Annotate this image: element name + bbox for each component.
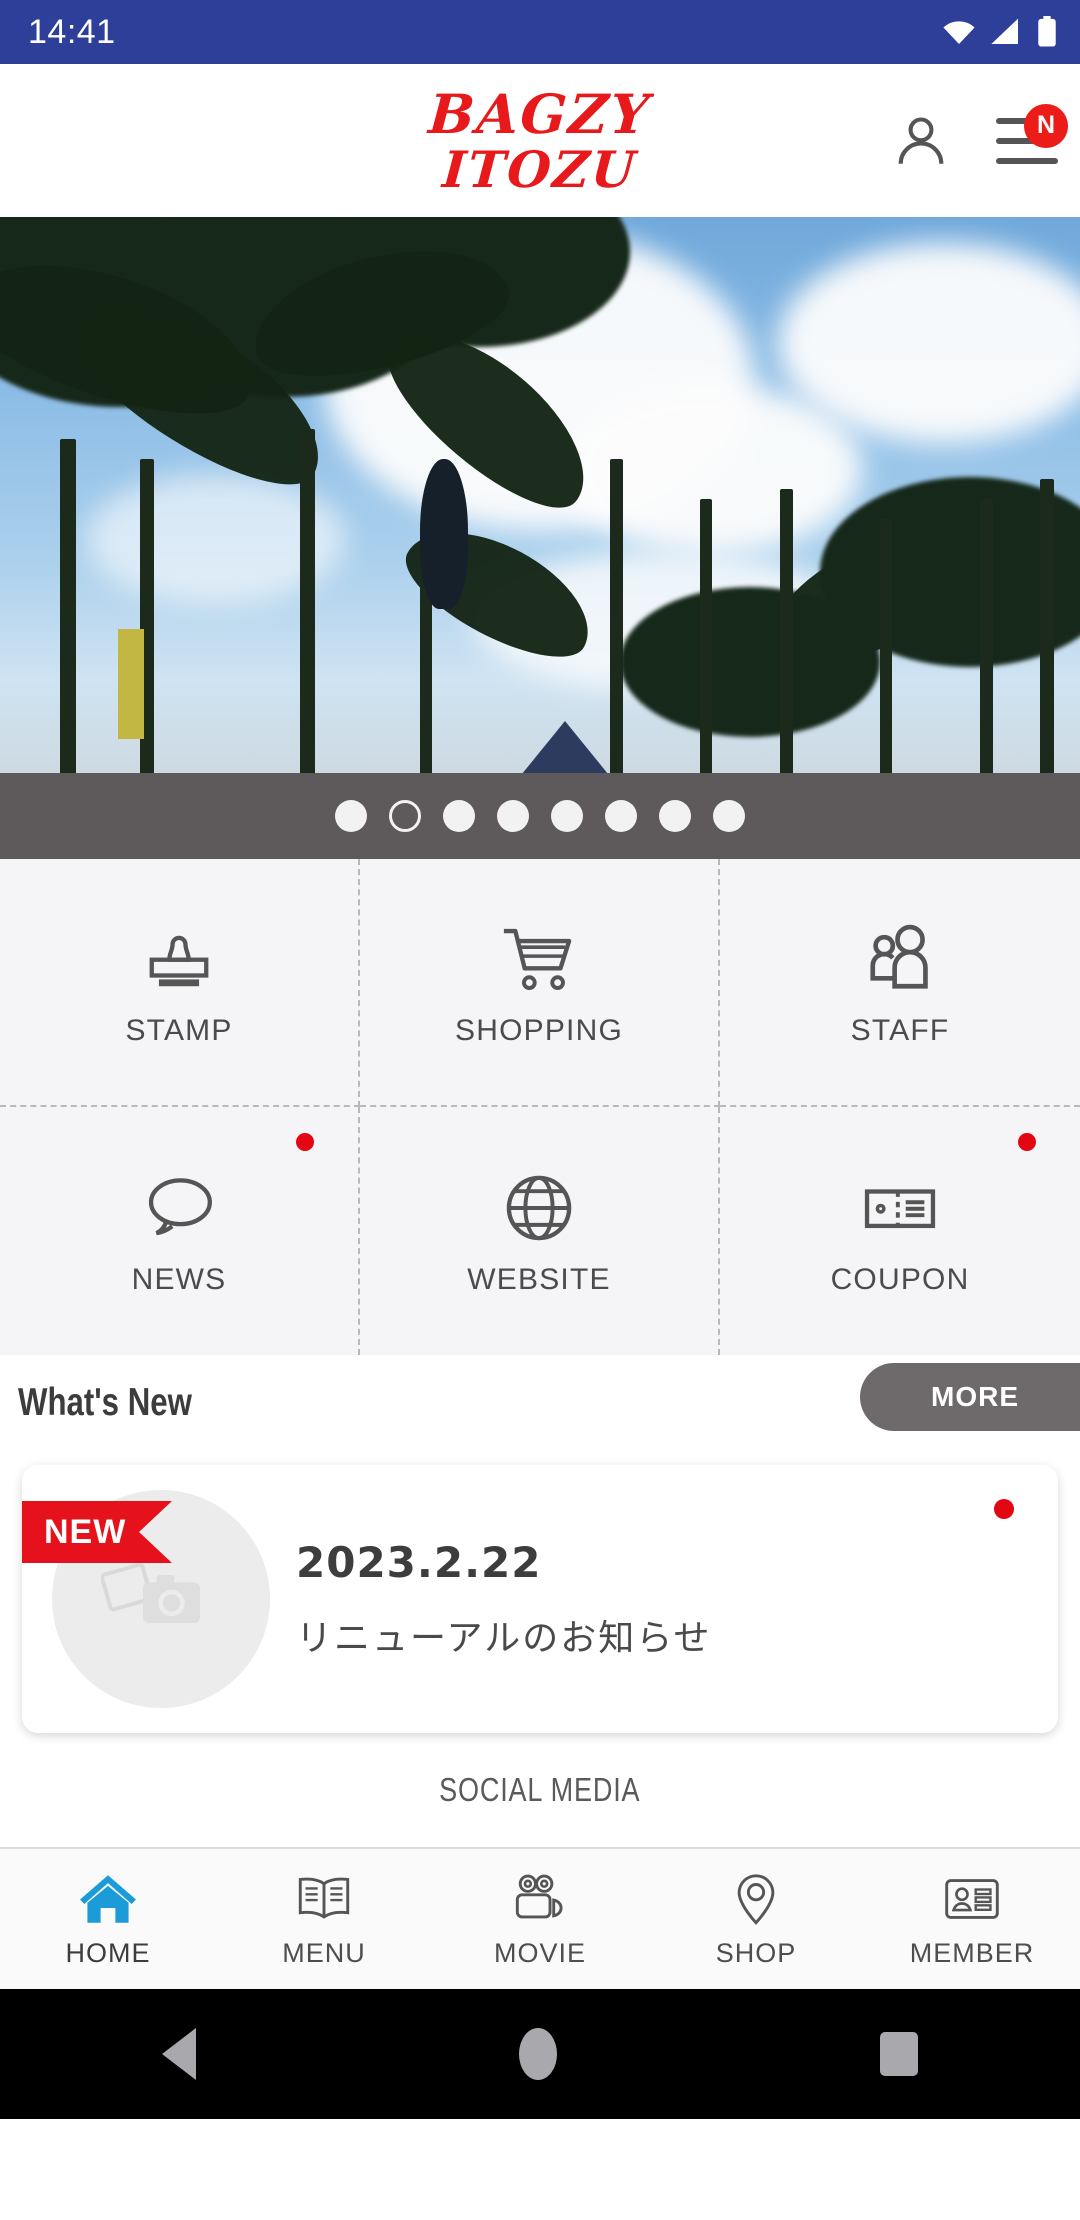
nav-item-label: MENU [282, 1937, 366, 1968]
carousel-dot[interactable] [605, 800, 637, 832]
carousel-dot[interactable] [443, 800, 475, 832]
whats-new-header: What's New MORE [0, 1355, 1080, 1451]
nav-item-label: SHOP [715, 1937, 797, 1968]
home-icon [80, 1874, 136, 1923]
home-circle-icon[interactable] [518, 2028, 557, 2080]
nav-item-member[interactable]: MEMBER [864, 1849, 1080, 1989]
app-header: BAGZY ITOZU N [0, 64, 1080, 217]
news-list-item[interactable]: NEW 2023.2.22 リニューアルのお知らせ [22, 1465, 1058, 1733]
logo-secondary-text: ITOZU [440, 139, 640, 199]
ticket-icon [864, 1189, 936, 1229]
app-logo[interactable]: BAGZY ITOZU [426, 81, 654, 199]
nav-item-label: MEMBER [909, 1937, 1035, 1968]
people-icon [870, 924, 928, 989]
grid-item-label: SHOPPING [455, 1014, 623, 1047]
stamp-icon [149, 935, 209, 987]
globe-icon [506, 1175, 572, 1241]
nav-item-menu[interactable]: MENU [216, 1849, 432, 1989]
signal-icon [991, 18, 1018, 44]
app-screen: 14:41 BAGZY ITOZU N STAMP SHOPPING STAFF… [0, 0, 1080, 2220]
wifi-icon [943, 21, 975, 45]
news-item-text: 2023.2.22 リニューアルのお知らせ [296, 1538, 711, 1661]
carousel-dot[interactable] [551, 800, 583, 832]
shopping-cart-icon [503, 928, 572, 990]
battery-icon [1038, 16, 1056, 47]
grid-item-coupon[interactable]: COUPON [720, 1107, 1080, 1355]
nav-item-movie[interactable]: MOVIE [432, 1849, 648, 1989]
recents-square-icon[interactable] [880, 2032, 919, 2076]
id-card-icon [945, 1878, 999, 1919]
nav-item-label: HOME [65, 1937, 151, 1968]
news-item-date: 2023.2.22 [296, 1537, 542, 1587]
carousel-dot-active[interactable] [389, 800, 421, 832]
back-triangle-icon[interactable] [161, 2028, 196, 2080]
menu-button[interactable]: N [996, 103, 1068, 164]
whats-new-more-button[interactable]: MORE [860, 1363, 1080, 1431]
grid-item-label: STAFF [850, 1014, 950, 1047]
carousel-dot[interactable] [659, 800, 691, 832]
news-item-unread-badge [994, 1499, 1014, 1519]
status-time: 14:41 [28, 12, 116, 51]
photo-placeholder-icon [101, 1562, 200, 1623]
grid-item-label: NEWS [131, 1263, 227, 1296]
status-bar: 14:41 [0, 0, 1080, 64]
news-unread-badge [296, 1133, 314, 1151]
nav-item-label: MOVIE [493, 1937, 586, 1968]
social-media-section: SOCIAL MEDIA [0, 1733, 1080, 1849]
carousel-dots[interactable] [0, 773, 1080, 859]
person-icon [898, 116, 944, 164]
bottom-navigation: HOME MENU MOVIE SHOP MEMBER [0, 1849, 1080, 1989]
hero-image [0, 217, 1080, 859]
coupon-unread-badge [1018, 1133, 1036, 1151]
map-pin-icon [737, 1873, 775, 1925]
quick-action-grid: STAMP SHOPPING STAFF NEWS WEBSITE COUPON [0, 859, 1080, 1355]
video-camera-icon [515, 1874, 563, 1918]
grid-item-stamp[interactable]: STAMP [0, 859, 360, 1107]
grid-item-label: COUPON [830, 1263, 970, 1296]
news-item-subject: リニューアルのお知らせ [296, 1617, 712, 1659]
header-actions: N [892, 64, 1068, 217]
account-button[interactable] [892, 112, 950, 170]
menu-new-badge: N [1024, 103, 1068, 148]
whats-new-list: NEW 2023.2.22 リニューアルのお知らせ [0, 1451, 1080, 1733]
system-navigation-bar [0, 1989, 1080, 2119]
carousel-dot[interactable] [713, 800, 745, 832]
grid-item-news[interactable]: NEWS [0, 1107, 360, 1355]
grid-item-shopping[interactable]: SHOPPING [360, 859, 720, 1107]
carousel-dot[interactable] [335, 800, 367, 832]
status-icons [942, 16, 1058, 48]
carousel-dot[interactable] [497, 800, 529, 832]
grid-item-staff[interactable]: STAFF [720, 859, 1080, 1107]
nav-item-shop[interactable]: SHOP [648, 1849, 864, 1989]
grid-item-label: WEBSITE [467, 1263, 611, 1296]
grid-item-website[interactable]: WEBSITE [360, 1107, 720, 1355]
speech-bubble-icon [148, 1178, 212, 1236]
hero-carousel[interactable] [0, 217, 1080, 859]
social-media-heading: SOCIAL MEDIA [439, 1771, 641, 1808]
grid-item-label: STAMP [125, 1014, 233, 1047]
whats-new-title: What's New [18, 1381, 192, 1424]
logo-primary-text: BAGZY [426, 81, 654, 146]
open-book-icon [298, 1877, 350, 1919]
nav-item-home[interactable]: HOME [0, 1849, 216, 1989]
